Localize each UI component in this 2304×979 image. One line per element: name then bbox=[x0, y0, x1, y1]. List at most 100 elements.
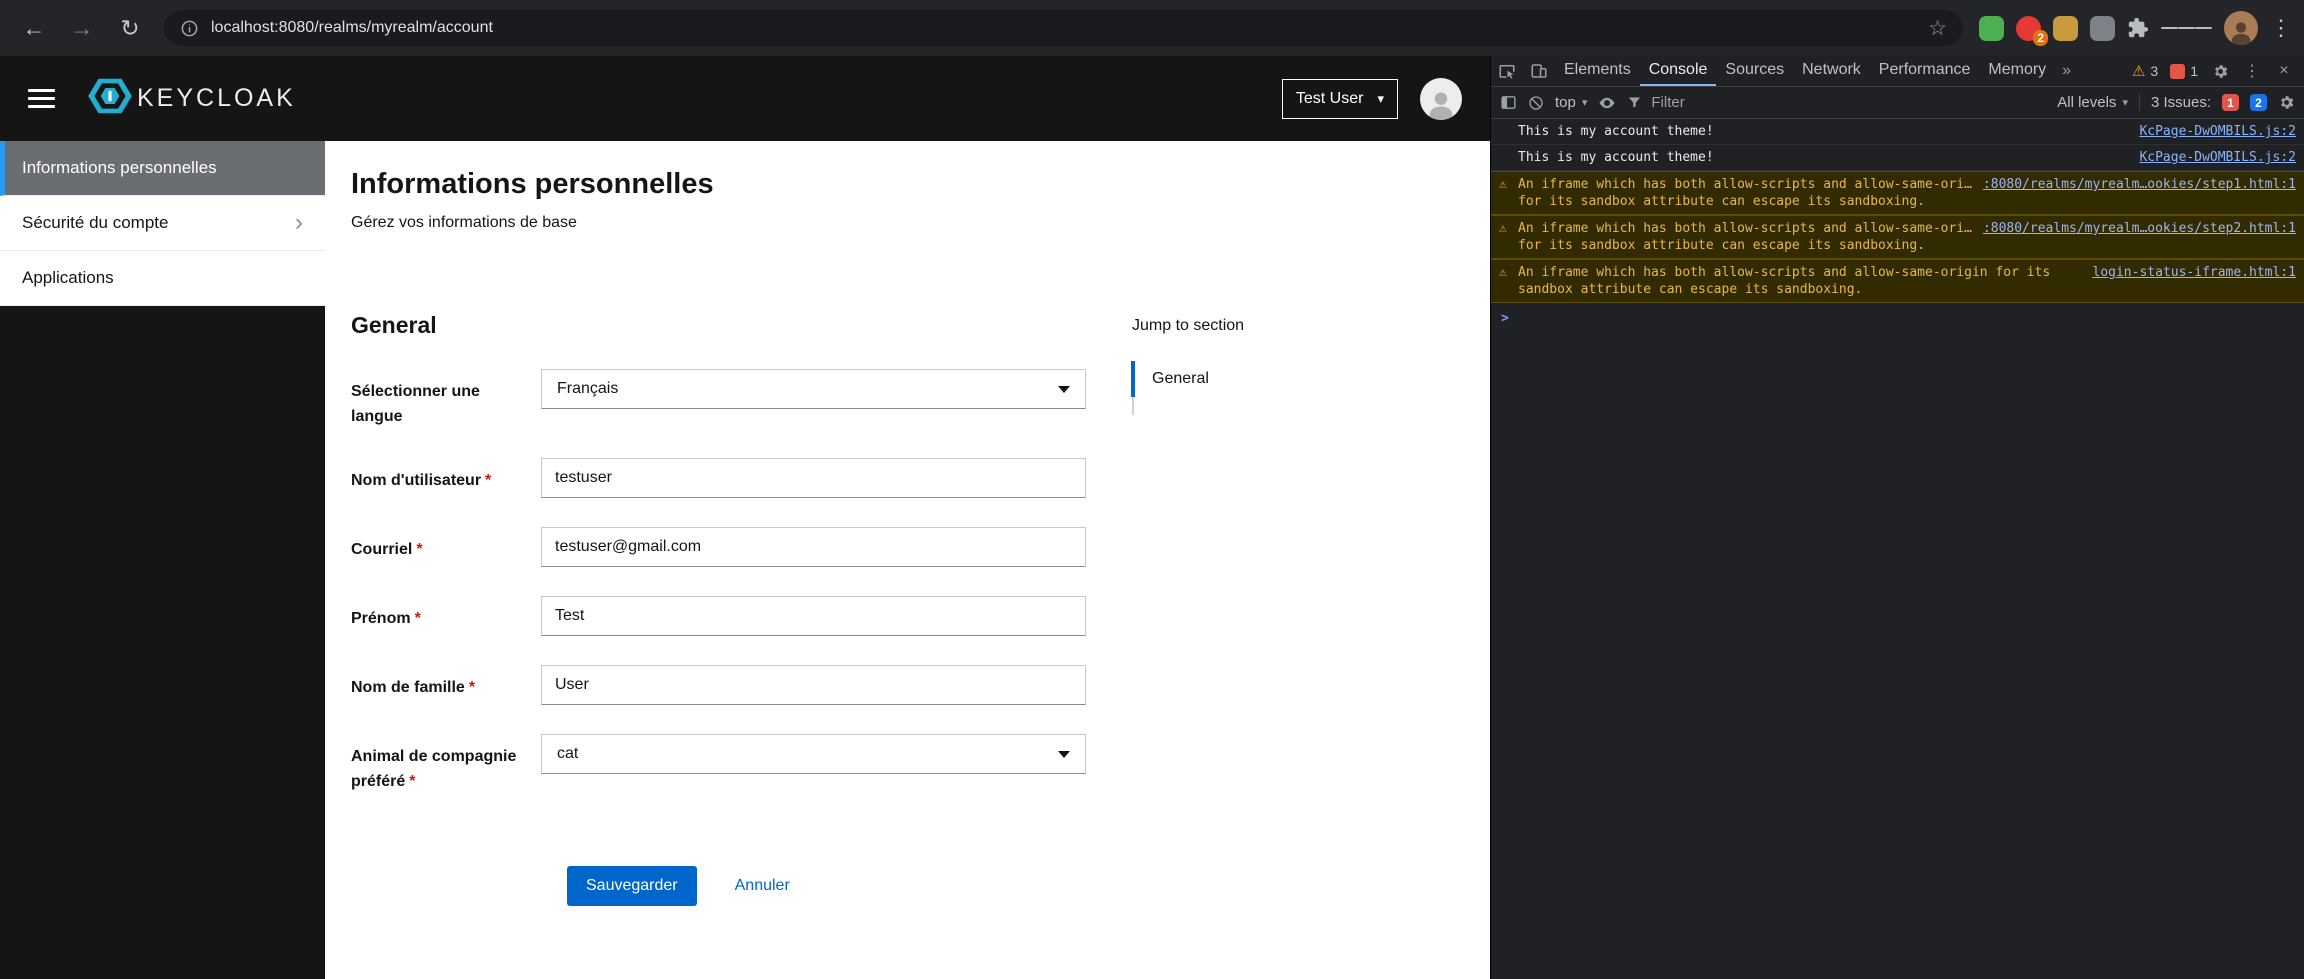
console-sidebar-icon[interactable] bbox=[1500, 94, 1517, 111]
favorite-pet-select[interactable]: cat bbox=[541, 734, 1086, 774]
extension-icon-4[interactable] bbox=[2090, 16, 2115, 41]
devtools-tabbar: Elements Console Sources Network Perform… bbox=[1491, 56, 2304, 87]
console-warning-message: ⚠ An iframe which has both allow-scripts… bbox=[1491, 171, 2304, 215]
page-subtitle: Gérez vos informations de base bbox=[351, 214, 1490, 232]
device-toolbar-icon[interactable] bbox=[1523, 56, 1555, 86]
prompt-chevron-icon: > bbox=[1501, 310, 1509, 327]
tab-memory[interactable]: Memory bbox=[1979, 56, 2055, 86]
browser-menu-icon[interactable]: ⋮ bbox=[2270, 15, 2288, 41]
keycloak-logo-icon bbox=[87, 73, 133, 124]
context-selector[interactable]: top ▾ bbox=[1555, 94, 1587, 111]
issues-info-badge[interactable]: 2 bbox=[2250, 94, 2267, 111]
warning-count: 3 bbox=[2150, 63, 2158, 79]
site-info-icon[interactable] bbox=[180, 19, 199, 38]
source-link[interactable]: :8080/realms/myrealm…ookies/step2.html:1 bbox=[1983, 220, 2296, 237]
filter-funnel-icon bbox=[1627, 95, 1642, 110]
inspect-element-icon[interactable] bbox=[1491, 56, 1523, 86]
cancel-button[interactable]: Annuler bbox=[735, 877, 790, 895]
log-levels-value: All levels bbox=[2057, 94, 2116, 111]
jump-to-section-list: General bbox=[1132, 361, 1244, 415]
warning-icon: ⚠ bbox=[1499, 264, 1507, 281]
page-title: Informations personnelles bbox=[351, 168, 1490, 201]
log-levels-dropdown[interactable]: All levels ▾ bbox=[2057, 94, 2128, 111]
more-tabs-icon[interactable]: » bbox=[2055, 56, 2078, 86]
errors-counter[interactable]: 1 bbox=[2170, 63, 2198, 79]
email-field[interactable] bbox=[541, 527, 1086, 567]
extensions-puzzle-icon[interactable] bbox=[2127, 17, 2149, 39]
sidebar: Informations personnelles Sécurité du co… bbox=[0, 141, 325, 979]
source-link[interactable]: login-status-iframe.html:1 bbox=[2093, 264, 2297, 281]
form-row-firstname: Prénom* bbox=[351, 596, 1111, 636]
sidebar-item-account-security[interactable]: Sécurité du compte › bbox=[0, 196, 325, 251]
keycloak-masthead: KEYCLOAK Test User ▾ bbox=[0, 56, 1490, 141]
language-select[interactable]: Français bbox=[541, 369, 1086, 409]
warning-text: sandbox attribute can escape its sandbox… bbox=[1518, 281, 2296, 298]
form-row-email: Courriel* bbox=[351, 527, 1111, 567]
section-heading-general: General bbox=[351, 312, 1490, 339]
screen: ← → ↻ localhost:8080/realms/myrealm/acco… bbox=[0, 0, 2304, 979]
devtools-settings-icon[interactable] bbox=[2204, 63, 2236, 80]
warning-icon: ⚠ bbox=[1499, 220, 1507, 237]
console-settings-icon[interactable] bbox=[2278, 94, 2295, 111]
back-icon[interactable]: ← bbox=[14, 8, 54, 48]
forward-icon[interactable]: → bbox=[62, 8, 102, 48]
devtools-close-icon[interactable]: × bbox=[2268, 62, 2300, 80]
warning-text: for its sandbox attribute can escape its… bbox=[1518, 193, 2296, 210]
tab-elements[interactable]: Elements bbox=[1555, 56, 1640, 86]
hamburger-icon[interactable] bbox=[28, 84, 55, 113]
console-filter bbox=[1627, 94, 2046, 111]
lastname-field[interactable] bbox=[541, 665, 1086, 705]
toolbar-divider bbox=[2139, 94, 2140, 111]
reading-list-icon[interactable] bbox=[2161, 24, 2212, 32]
username-field[interactable] bbox=[541, 458, 1086, 498]
account-avatar[interactable] bbox=[1420, 78, 1462, 120]
save-button[interactable]: Sauvegarder bbox=[567, 866, 697, 906]
browser-toolbar: ← → ↻ localhost:8080/realms/myrealm/acco… bbox=[0, 0, 2304, 56]
required-marker: * bbox=[409, 773, 415, 790]
bookmark-star-icon[interactable]: ☆ bbox=[1928, 16, 1947, 41]
sidebar-item-label: Applications bbox=[22, 268, 114, 288]
tab-sources[interactable]: Sources bbox=[1716, 56, 1793, 86]
firstname-field[interactable] bbox=[541, 596, 1086, 636]
field-label: Prénom* bbox=[351, 596, 541, 636]
form-row-favorite-pet: Animal de compagnie préféré* cat bbox=[351, 734, 1111, 794]
extension-icon-2[interactable]: 2 bbox=[2016, 16, 2041, 41]
url-bar[interactable]: localhost:8080/realms/myrealm/account ☆ bbox=[164, 10, 1963, 46]
warnings-counter[interactable]: ⚠ 3 bbox=[2132, 62, 2158, 80]
error-icon bbox=[2170, 64, 2185, 79]
keycloak-logo[interactable]: KEYCLOAK bbox=[87, 73, 296, 124]
tab-network[interactable]: Network bbox=[1793, 56, 1870, 86]
reload-icon[interactable]: ↻ bbox=[110, 8, 150, 48]
chevron-right-icon: › bbox=[295, 211, 303, 235]
source-link[interactable]: KcPage-DwOMBILS.js:2 bbox=[2139, 123, 2296, 140]
required-marker: * bbox=[415, 610, 421, 627]
jump-link-general[interactable]: General bbox=[1131, 361, 1244, 397]
sidebar-item-personal-info[interactable]: Informations personnelles bbox=[0, 141, 325, 196]
issues-label[interactable]: 3 Issues: bbox=[2151, 94, 2211, 111]
required-marker: * bbox=[485, 472, 491, 489]
issues-error-badge[interactable]: 1 bbox=[2222, 94, 2239, 111]
field-label: Animal de compagnie préféré* bbox=[351, 734, 541, 794]
tab-performance[interactable]: Performance bbox=[1870, 56, 1980, 86]
eye-icon[interactable] bbox=[1598, 94, 1616, 112]
extension-badge: 2 bbox=[2033, 30, 2048, 46]
extension-icon-1[interactable] bbox=[1979, 16, 2004, 41]
error-count: 1 bbox=[2190, 63, 2198, 79]
console-toolbar: top ▾ All levels ▾ 3 Issues: 1 2 bbox=[1491, 87, 2304, 119]
tab-console[interactable]: Console bbox=[1640, 56, 1717, 86]
devtools-tabbar-right: ⚠ 3 1 ⋮ × bbox=[2126, 56, 2304, 86]
source-link[interactable]: KcPage-DwOMBILS.js:2 bbox=[2139, 149, 2296, 166]
devtools-menu-icon[interactable]: ⋮ bbox=[2236, 61, 2268, 81]
user-menu-dropdown[interactable]: Test User ▾ bbox=[1282, 79, 1398, 119]
console-prompt[interactable]: > bbox=[1491, 303, 2304, 334]
sidebar-item-applications[interactable]: Applications bbox=[0, 251, 325, 306]
filter-input[interactable] bbox=[1651, 94, 2046, 111]
clear-console-icon[interactable] bbox=[1528, 95, 1544, 111]
warning-text: for its sandbox attribute can escape its… bbox=[1518, 237, 2296, 254]
context-selector-value: top bbox=[1555, 94, 1576, 111]
extension-icon-3[interactable] bbox=[2053, 16, 2078, 41]
browser-toolbar-right: 2 ⋮ bbox=[1979, 11, 2304, 45]
caret-down-icon: ▾ bbox=[2122, 96, 2128, 109]
source-link[interactable]: :8080/realms/myrealm…ookies/step1.html:1 bbox=[1983, 176, 2296, 193]
browser-profile-avatar[interactable] bbox=[2224, 11, 2258, 45]
